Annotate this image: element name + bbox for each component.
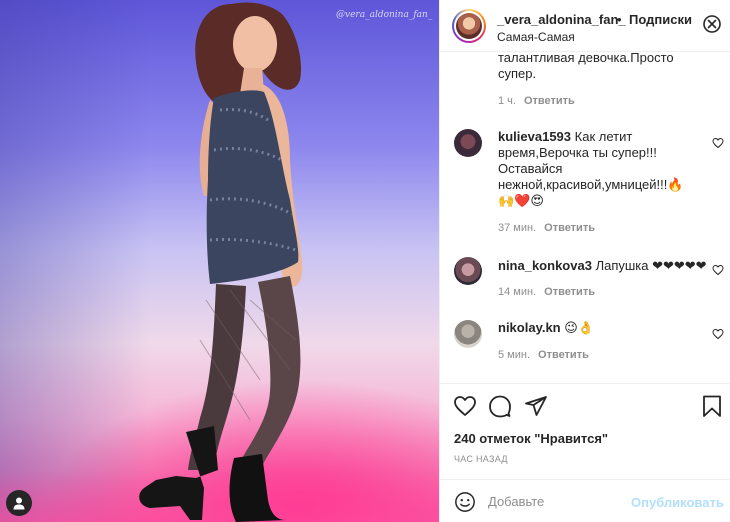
save-bookmark-icon[interactable] <box>700 394 724 418</box>
comment-text-line: нежной,красивой,умницей!!!🔥 <box>498 177 684 192</box>
comment-text-line: время,Верочка ты супер!!! <box>498 145 657 160</box>
header-separator: • <box>617 12 622 27</box>
comment-input[interactable] <box>488 490 628 512</box>
comment-time: 14 мин. <box>498 286 537 298</box>
like-comment-heart-icon[interactable] <box>712 328 724 340</box>
comment-text-line: kulieva1593 Как летит <box>498 129 632 145</box>
comment-text-line: талантливая девочка.Просто <box>498 52 674 65</box>
like-comment-heart-icon[interactable] <box>712 137 724 149</box>
comment-text-first: 😉👌 <box>564 320 594 335</box>
comment-text-line: супер. <box>498 66 537 81</box>
photo-person-figure <box>139 2 303 522</box>
publish-button[interactable]: Опубликовать <box>631 495 724 510</box>
more-horizontal-icon[interactable] <box>702 14 722 34</box>
comment-reply-button[interactable]: Ответить <box>544 222 595 234</box>
comment-meta: 37 мин. Ответить <box>498 222 595 234</box>
likes-count[interactable]: 240 отметок "Нравится" <box>454 431 608 446</box>
comment-text-first: Как летит <box>574 129 633 144</box>
post-photo[interactable]: @vera_aldonina_fan_ <box>0 0 439 522</box>
comment-meta: 1 ч. Ответить <box>498 95 575 107</box>
post-time[interactable]: ЧАС НАЗАД <box>454 454 508 464</box>
author-avatar[interactable] <box>452 9 486 43</box>
commenter-avatar[interactable] <box>454 129 482 157</box>
comment-meta: 5 мин. Ответить <box>498 349 589 361</box>
comment-reply-button[interactable]: Ответить <box>538 349 589 361</box>
comment-reply-button[interactable]: Ответить <box>544 286 595 298</box>
comment-time: 5 мин. <box>498 349 531 361</box>
comment-meta: 14 мин. Ответить <box>498 286 595 298</box>
post-location[interactable]: Самая-Самая <box>497 30 575 44</box>
comment-text-line: 🙌❤️😍 <box>498 193 544 208</box>
comment-text-first: Лапушка ❤❤❤❤❤ <box>595 258 707 273</box>
post-actions: 240 отметок "Нравится" ЧАС НАЗАД <box>440 383 730 479</box>
author-username[interactable]: _vera_aldonina_fan_ <box>497 12 626 27</box>
comment-text-line: Оставайся <box>498 161 563 176</box>
commenter-avatar[interactable] <box>454 320 482 348</box>
comment-text-line: nikolay.kn 😉👌 <box>498 320 594 336</box>
comment-time: 1 ч. <box>498 95 516 107</box>
comments-list[interactable]: талантливая девочка.Просто супер. 1 ч. От… <box>440 52 730 383</box>
comment-reply-button[interactable]: Ответить <box>524 95 575 107</box>
post-side-panel: _vera_aldonina_fan_ • Подписки Самая-Сам… <box>439 0 730 522</box>
comment-bubble-icon[interactable] <box>488 394 512 418</box>
follow-status-button[interactable]: Подписки <box>629 12 692 27</box>
tagged-users-button[interactable] <box>6 490 32 516</box>
share-send-icon[interactable] <box>524 394 548 418</box>
commenter-username[interactable]: kulieva1593 <box>498 129 571 144</box>
commenter-avatar[interactable] <box>454 257 482 285</box>
user-icon <box>13 497 25 510</box>
emoji-smile-icon[interactable] <box>454 491 476 513</box>
like-heart-icon[interactable] <box>453 394 477 418</box>
add-comment-bar: Опубликовать <box>440 479 730 522</box>
commenter-username[interactable]: nikolay.kn <box>498 320 561 335</box>
photo-watermark: @vera_aldonina_fan_ <box>336 10 433 20</box>
comment-time: 37 мин. <box>498 222 537 234</box>
like-comment-heart-icon[interactable] <box>712 264 724 276</box>
comment-text-line: nina_konkova3 Лапушка ❤❤❤❤❤ <box>498 258 707 274</box>
post-header: _vera_aldonina_fan_ • Подписки Самая-Сам… <box>440 0 730 52</box>
commenter-username[interactable]: nina_konkova3 <box>498 258 592 273</box>
